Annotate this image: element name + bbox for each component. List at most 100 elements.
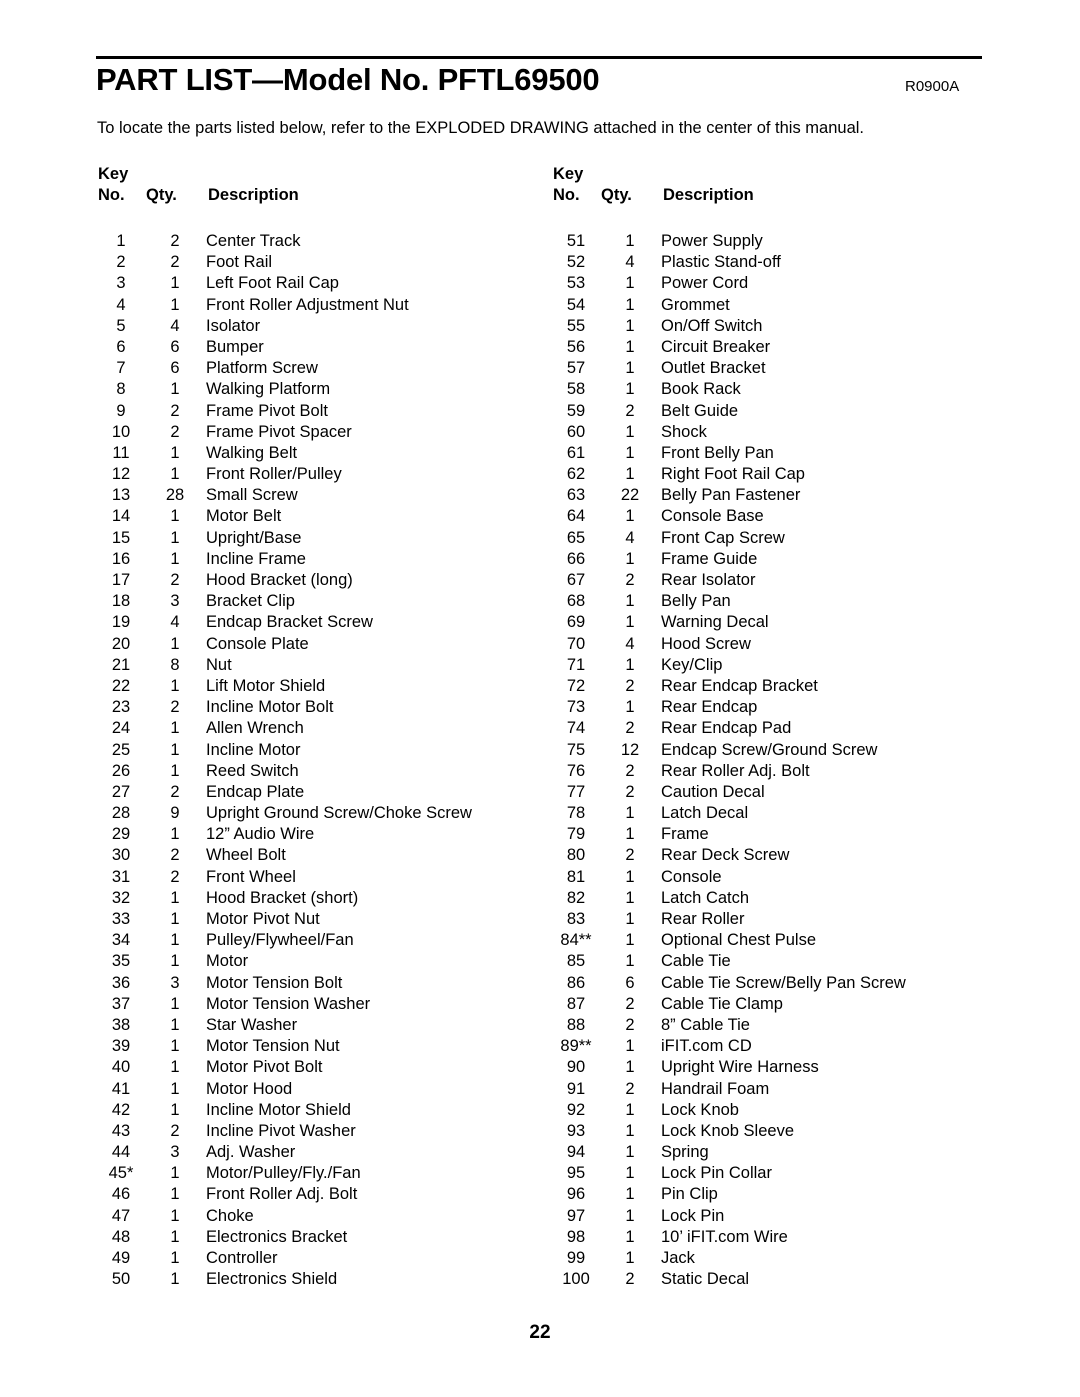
part-description: Small Screw [206,486,298,505]
part-quantity: 2 [625,1270,635,1289]
part-row: 44 3 Adj. Washer [98,1142,472,1163]
part-quantity: 1 [170,380,180,399]
right-header-qty-label: Qty. [601,186,632,204]
part-row: 4 1 Front Roller Adjustment Nut [98,295,472,316]
part-description: Incline Motor Bolt [206,698,334,717]
part-quantity: 6 [625,973,635,992]
part-quantity: 1 [170,888,180,907]
part-description: Shock [661,422,707,441]
part-quantity: 1 [170,549,180,568]
part-quantity: 2 [625,846,635,865]
part-description: Frame Pivot Bolt [206,401,328,420]
part-row: 47 1 Choke [98,1206,472,1227]
part-description: Belt Guide [661,401,739,420]
part-key-number: 13 [111,486,131,505]
part-quantity: 1 [170,910,180,928]
part-quantity: 1 [625,443,635,462]
part-key-number: 72 [566,676,586,695]
part-key-number: 93 [566,1121,586,1140]
part-quantity: 1 [625,465,635,484]
part-key-number: 91 [566,1079,586,1098]
part-key-number: 9 [116,401,126,420]
part-row: 51 1 Power Supply [553,231,906,252]
part-description: Foot Rail [206,253,273,272]
part-description: Motor Tension Washer [206,994,371,1013]
part-description: Hood Screw [661,634,751,653]
part-row: 18 3 Bracket Clip [98,591,472,612]
part-quantity: 8 [170,655,180,674]
part-key-number: 19 [111,613,131,632]
part-description: Console [661,867,722,886]
part-row: 13 28 Small Screw [98,485,472,506]
part-row: 19 4 Endcap Bracket Screw [98,612,472,633]
part-row: 82 1 Latch Catch [553,888,906,909]
part-row: 43 2 Incline Pivot Washer [98,1121,472,1142]
part-description: Front Belly Pan [661,443,774,462]
part-description: Motor Pivot Nut [206,910,320,928]
part-row: 20 1 Console Plate [98,634,472,655]
part-description: Rear Endcap [661,698,758,717]
part-key-number: 25 [111,740,131,759]
part-key-number: 29 [111,825,131,844]
part-description: Front Roller/Pulley [206,465,342,484]
part-key-number: 100 [562,1270,590,1289]
part-key-number: 34 [111,931,131,950]
part-description: Motor Pivot Bolt [206,1058,323,1077]
part-key-number: 85 [566,952,586,971]
part-description: Upright Ground Screw/Choke Screw [206,804,472,823]
part-quantity: 2 [625,1015,635,1034]
part-key-number: 5 [116,316,126,335]
part-row: 59 2 Belt Guide [553,401,906,422]
part-row: 95 1 Lock Pin Collar [553,1163,906,1184]
part-row: 16 1 Incline Frame [98,549,472,570]
part-description: Belly Pan Fastener [661,486,801,505]
part-row: 85 1 Cable Tie [553,951,906,972]
part-description: Hood Bracket (long) [206,571,353,589]
part-description: Incline Pivot Washer [206,1121,356,1140]
part-key-number: 49 [111,1249,131,1267]
part-row: 79 1 Frame [553,824,906,845]
part-description: Bumper [206,337,264,356]
part-description: Latch Decal [661,804,749,823]
part-description: Console Base [661,507,764,526]
part-description: On/Off Switch [661,316,763,335]
part-description: Jack [661,1249,695,1267]
part-row: 60 1 Shock [553,422,906,443]
part-description: Motor Belt [206,507,282,526]
part-quantity: 1 [170,1058,180,1077]
part-key-number: 90 [566,1058,586,1077]
part-key-number: 96 [566,1185,586,1204]
part-description: Right Foot Rail Cap [661,465,805,484]
part-row: 41 1 Motor Hood [98,1079,472,1100]
part-quantity: 1 [625,888,635,907]
part-description: Front Roller Adj. Bolt [206,1185,358,1204]
part-key-number: 41 [111,1079,131,1098]
part-key-number: 37 [111,994,131,1013]
part-key-number: 52 [566,253,586,272]
part-key-number: 40 [111,1058,131,1077]
part-description: Upright/Base [206,528,302,547]
part-quantity: 2 [170,422,180,441]
part-quantity: 1 [625,274,635,293]
part-description: Electronics Bracket [206,1227,348,1246]
part-description: Rear Roller Adj. Bolt [661,761,810,780]
part-quantity: 1 [170,634,180,653]
part-quantity: 2 [625,401,635,420]
part-description: 10’ iFIT.com Wire [661,1227,788,1246]
part-quantity: 1 [625,1100,635,1119]
part-description: Circuit Breaker [661,337,771,356]
part-key-number: 27 [111,782,131,801]
part-key-number: 26 [111,761,131,780]
part-description: 12” Audio Wire [206,825,315,844]
part-row: 65 4 Front Cap Screw [553,528,906,549]
part-description: Grommet [661,295,730,314]
part-row: 15 1 Upright/Base [98,528,472,549]
header-divider-rule [96,56,982,59]
part-key-number: 66 [566,549,586,568]
part-key-number: 82 [566,888,586,907]
part-quantity: 2 [625,571,635,589]
part-quantity: 1 [625,1058,635,1077]
part-row: 96 1 Pin Clip [553,1184,906,1205]
right-header-key-label: Key [553,165,584,183]
part-quantity: 2 [170,571,180,589]
